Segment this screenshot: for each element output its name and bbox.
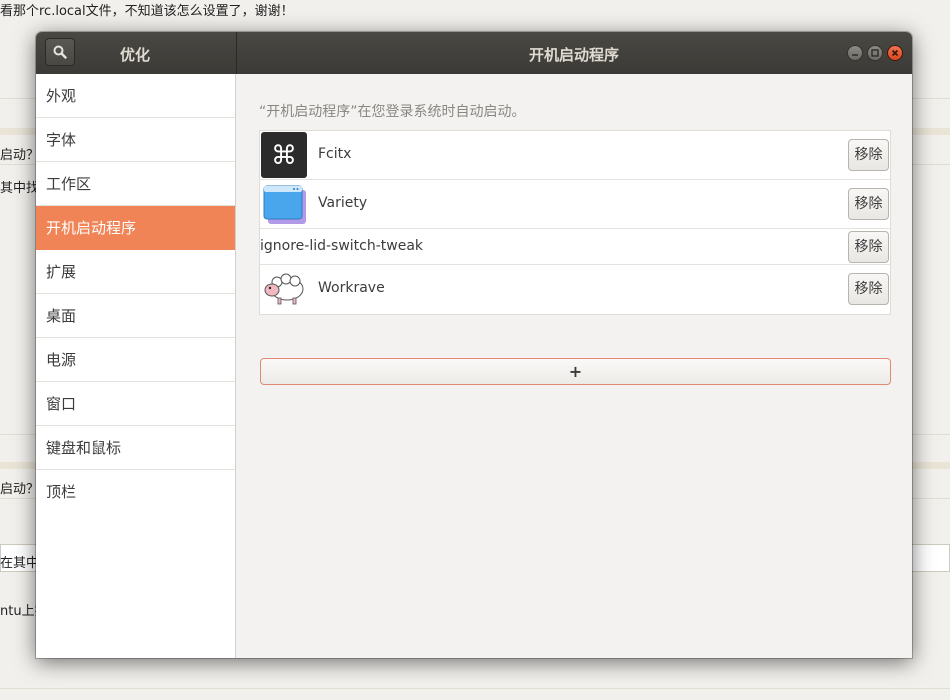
list-item: ⌘ Fcitx 移除: [260, 131, 890, 180]
sidebar-item-desktop[interactable]: 桌面: [36, 294, 235, 338]
list-item: Variety 移除: [260, 180, 890, 229]
minimize-icon: [852, 54, 858, 56]
remove-button[interactable]: 移除: [848, 273, 889, 305]
startup-panel: “开机启动程序”在您登录系统时自动启动。 ⌘ Fcitx 移除 Variety …: [236, 74, 912, 658]
background-fragment: 启动？: [0, 482, 40, 497]
close-button[interactable]: [887, 45, 903, 61]
svg-text:⌘: ⌘: [271, 141, 297, 171]
sidebar-item-fonts[interactable]: 字体: [36, 118, 235, 162]
remove-button[interactable]: 移除: [848, 188, 889, 220]
sidebar-item-keyboard-mouse[interactable]: 键盘和鼠标: [36, 426, 235, 470]
app-title: 优化: [120, 46, 151, 64]
list-item: ignore-lid-switch-tweak 移除: [260, 229, 890, 265]
sidebar-header: 优化: [36, 32, 237, 74]
background-divider: [0, 688, 950, 689]
minimize-button[interactable]: [847, 45, 863, 61]
app-name: Fcitx: [318, 146, 352, 162]
add-startup-app-button[interactable]: +: [260, 358, 891, 385]
title-bar[interactable]: 优化 开机启动程序: [36, 32, 912, 74]
background-fragment: 其中找: [0, 181, 40, 196]
startup-hint: “开机启动程序”在您登录系统时自动启动。: [259, 104, 526, 120]
search-icon: [53, 45, 67, 59]
sidebar-item-power[interactable]: 电源: [36, 338, 235, 382]
sidebar-item-workspaces[interactable]: 工作区: [36, 162, 235, 206]
sidebar-item-top-bar[interactable]: 顶栏: [36, 470, 235, 514]
page-title: 开机启动程序: [528, 46, 619, 64]
background-question-text: 看那个rc.local文件，不知道该怎么设置了，谢谢！: [0, 4, 294, 19]
maximize-icon: [871, 49, 879, 57]
app-name: ignore-lid-switch-tweak: [260, 238, 424, 254]
search-button[interactable]: [45, 38, 75, 66]
background-fragment: 启动？: [0, 148, 40, 163]
tweaks-window: 优化 开机启动程序 外观 字体 工作区 开机启动程序 扩展 桌面 电源 窗口 键…: [36, 32, 912, 658]
maximize-button[interactable]: [867, 45, 883, 61]
remove-button[interactable]: 移除: [848, 231, 889, 263]
sidebar: 外观 字体 工作区 开机启动程序 扩展 桌面 电源 窗口 键盘和鼠标 顶栏: [36, 74, 236, 658]
app-name: Workrave: [318, 280, 385, 296]
sidebar-item-appearance[interactable]: 外观: [36, 74, 235, 118]
workrave-sheep-icon: [260, 265, 308, 313]
remove-button[interactable]: 移除: [848, 139, 889, 171]
list-item: Workrave 移除: [260, 265, 890, 314]
sidebar-item-extensions[interactable]: 扩展: [36, 250, 235, 294]
close-icon: [891, 49, 899, 57]
sidebar-item-windows[interactable]: 窗口: [36, 382, 235, 426]
fcitx-command-icon: ⌘: [260, 131, 308, 179]
app-name: Variety: [318, 195, 368, 211]
startup-app-list: ⌘ Fcitx 移除 Variety 移除 ignore-lid-switch-…: [259, 130, 891, 315]
sidebar-item-startup-applications[interactable]: 开机启动程序: [36, 206, 235, 250]
variety-window-icon: [260, 180, 308, 228]
